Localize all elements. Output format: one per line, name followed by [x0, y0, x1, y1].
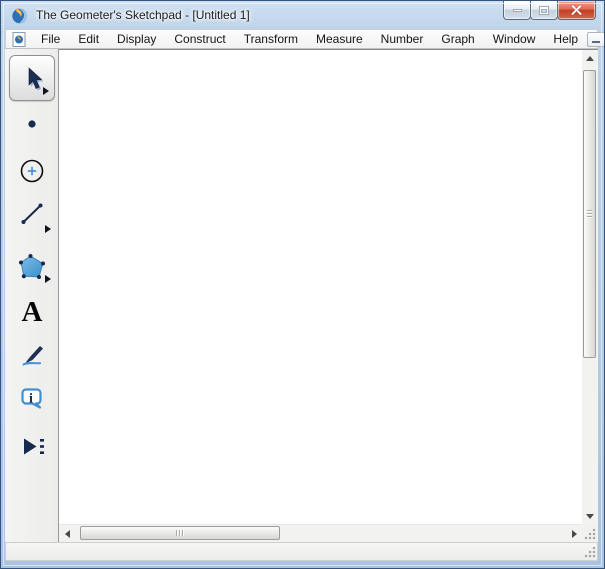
pentagon-icon — [19, 254, 45, 279]
mdi-window-controls — [587, 31, 604, 47]
point-tool[interactable] — [17, 109, 47, 139]
horizontal-scroll-thumb[interactable] — [80, 526, 280, 540]
flyout-arrow-icon[interactable] — [45, 225, 51, 233]
sketchpad-logo-icon — [12, 7, 27, 23]
scroll-down-button[interactable] — [582, 508, 598, 524]
thumb-grip-icon — [587, 210, 592, 219]
mdi-minimize-icon — [592, 41, 601, 43]
scroll-right-button[interactable] — [566, 525, 582, 542]
straightedge-tool[interactable] — [17, 199, 47, 229]
thumb-grip-icon — [176, 530, 185, 536]
menu-measure[interactable]: Measure — [307, 30, 372, 49]
right-arrow-icon — [571, 529, 577, 538]
menu-graph[interactable]: Graph — [432, 30, 483, 49]
menu-file[interactable]: File — [32, 30, 69, 49]
polygon-tool[interactable] — [17, 252, 47, 282]
workspace: A i — [5, 49, 598, 542]
scroll-up-button[interactable] — [582, 50, 598, 66]
app-window: The Geometer's Sketchpad - [Untitled 1] … — [0, 0, 605, 569]
marker-tool[interactable] — [17, 339, 47, 369]
flyout-arrow-icon[interactable] — [45, 275, 51, 283]
titlebar[interactable]: The Geometer's Sketchpad - [Untitled 1] — [1, 1, 604, 29]
restore-button[interactable] — [530, 1, 558, 20]
vertical-scrollbar-column — [582, 49, 598, 542]
custom-tool-arrow-icon — [24, 438, 44, 455]
info-bubble-icon: i — [21, 388, 42, 409]
minimize-icon — [512, 8, 522, 12]
resize-corner[interactable] — [582, 524, 598, 542]
letter-a-icon: A — [21, 296, 43, 328]
restore-icon — [539, 5, 549, 15]
text-tool[interactable]: A — [17, 297, 47, 327]
menu-construct[interactable]: Construct — [165, 30, 234, 49]
mdi-minimize-button[interactable] — [587, 31, 604, 47]
marker-pen-icon — [22, 346, 43, 366]
minimize-button[interactable] — [503, 1, 531, 20]
down-arrow-icon — [586, 513, 594, 519]
left-arrow-icon — [64, 529, 70, 538]
document-icon[interactable] — [12, 31, 26, 47]
window-resize-grip-icon[interactable] — [584, 546, 596, 558]
window-title: The Geometer's Sketchpad - [Untitled 1] — [36, 8, 250, 22]
toolbox: A i — [5, 49, 58, 542]
selection-arrow-tool[interactable] — [9, 55, 55, 101]
resize-grip-icon — [584, 528, 596, 540]
menu-number[interactable]: Number — [372, 30, 433, 49]
point-icon — [28, 120, 36, 128]
menubar: File Edit Display Construct Transform Me… — [5, 29, 604, 49]
sketch-canvas[interactable] — [59, 50, 582, 524]
close-button[interactable] — [557, 1, 596, 20]
menu-window[interactable]: Window — [484, 30, 545, 49]
segment-icon — [21, 203, 43, 224]
compass-tool[interactable] — [17, 156, 47, 186]
flyout-arrow-icon[interactable] — [43, 87, 49, 95]
vertical-scroll-thumb[interactable] — [583, 70, 596, 358]
menu-display[interactable]: Display — [108, 30, 165, 49]
up-arrow-icon — [586, 55, 594, 61]
menu-transform[interactable]: Transform — [235, 30, 307, 49]
circle-plus-icon — [20, 159, 44, 183]
custom-tools[interactable] — [17, 431, 47, 461]
vertical-scrollbar[interactable] — [582, 50, 598, 524]
close-icon — [571, 5, 582, 16]
scroll-left-button[interactable] — [59, 525, 75, 542]
status-bar — [5, 542, 598, 561]
horizontal-scrollbar[interactable] — [59, 524, 582, 542]
svg-text:i: i — [29, 392, 33, 407]
document-area — [58, 49, 582, 542]
menu-help[interactable]: Help — [544, 30, 587, 49]
information-tool[interactable]: i — [17, 384, 47, 414]
window-controls — [503, 1, 596, 20]
menu-edit[interactable]: Edit — [69, 30, 108, 49]
